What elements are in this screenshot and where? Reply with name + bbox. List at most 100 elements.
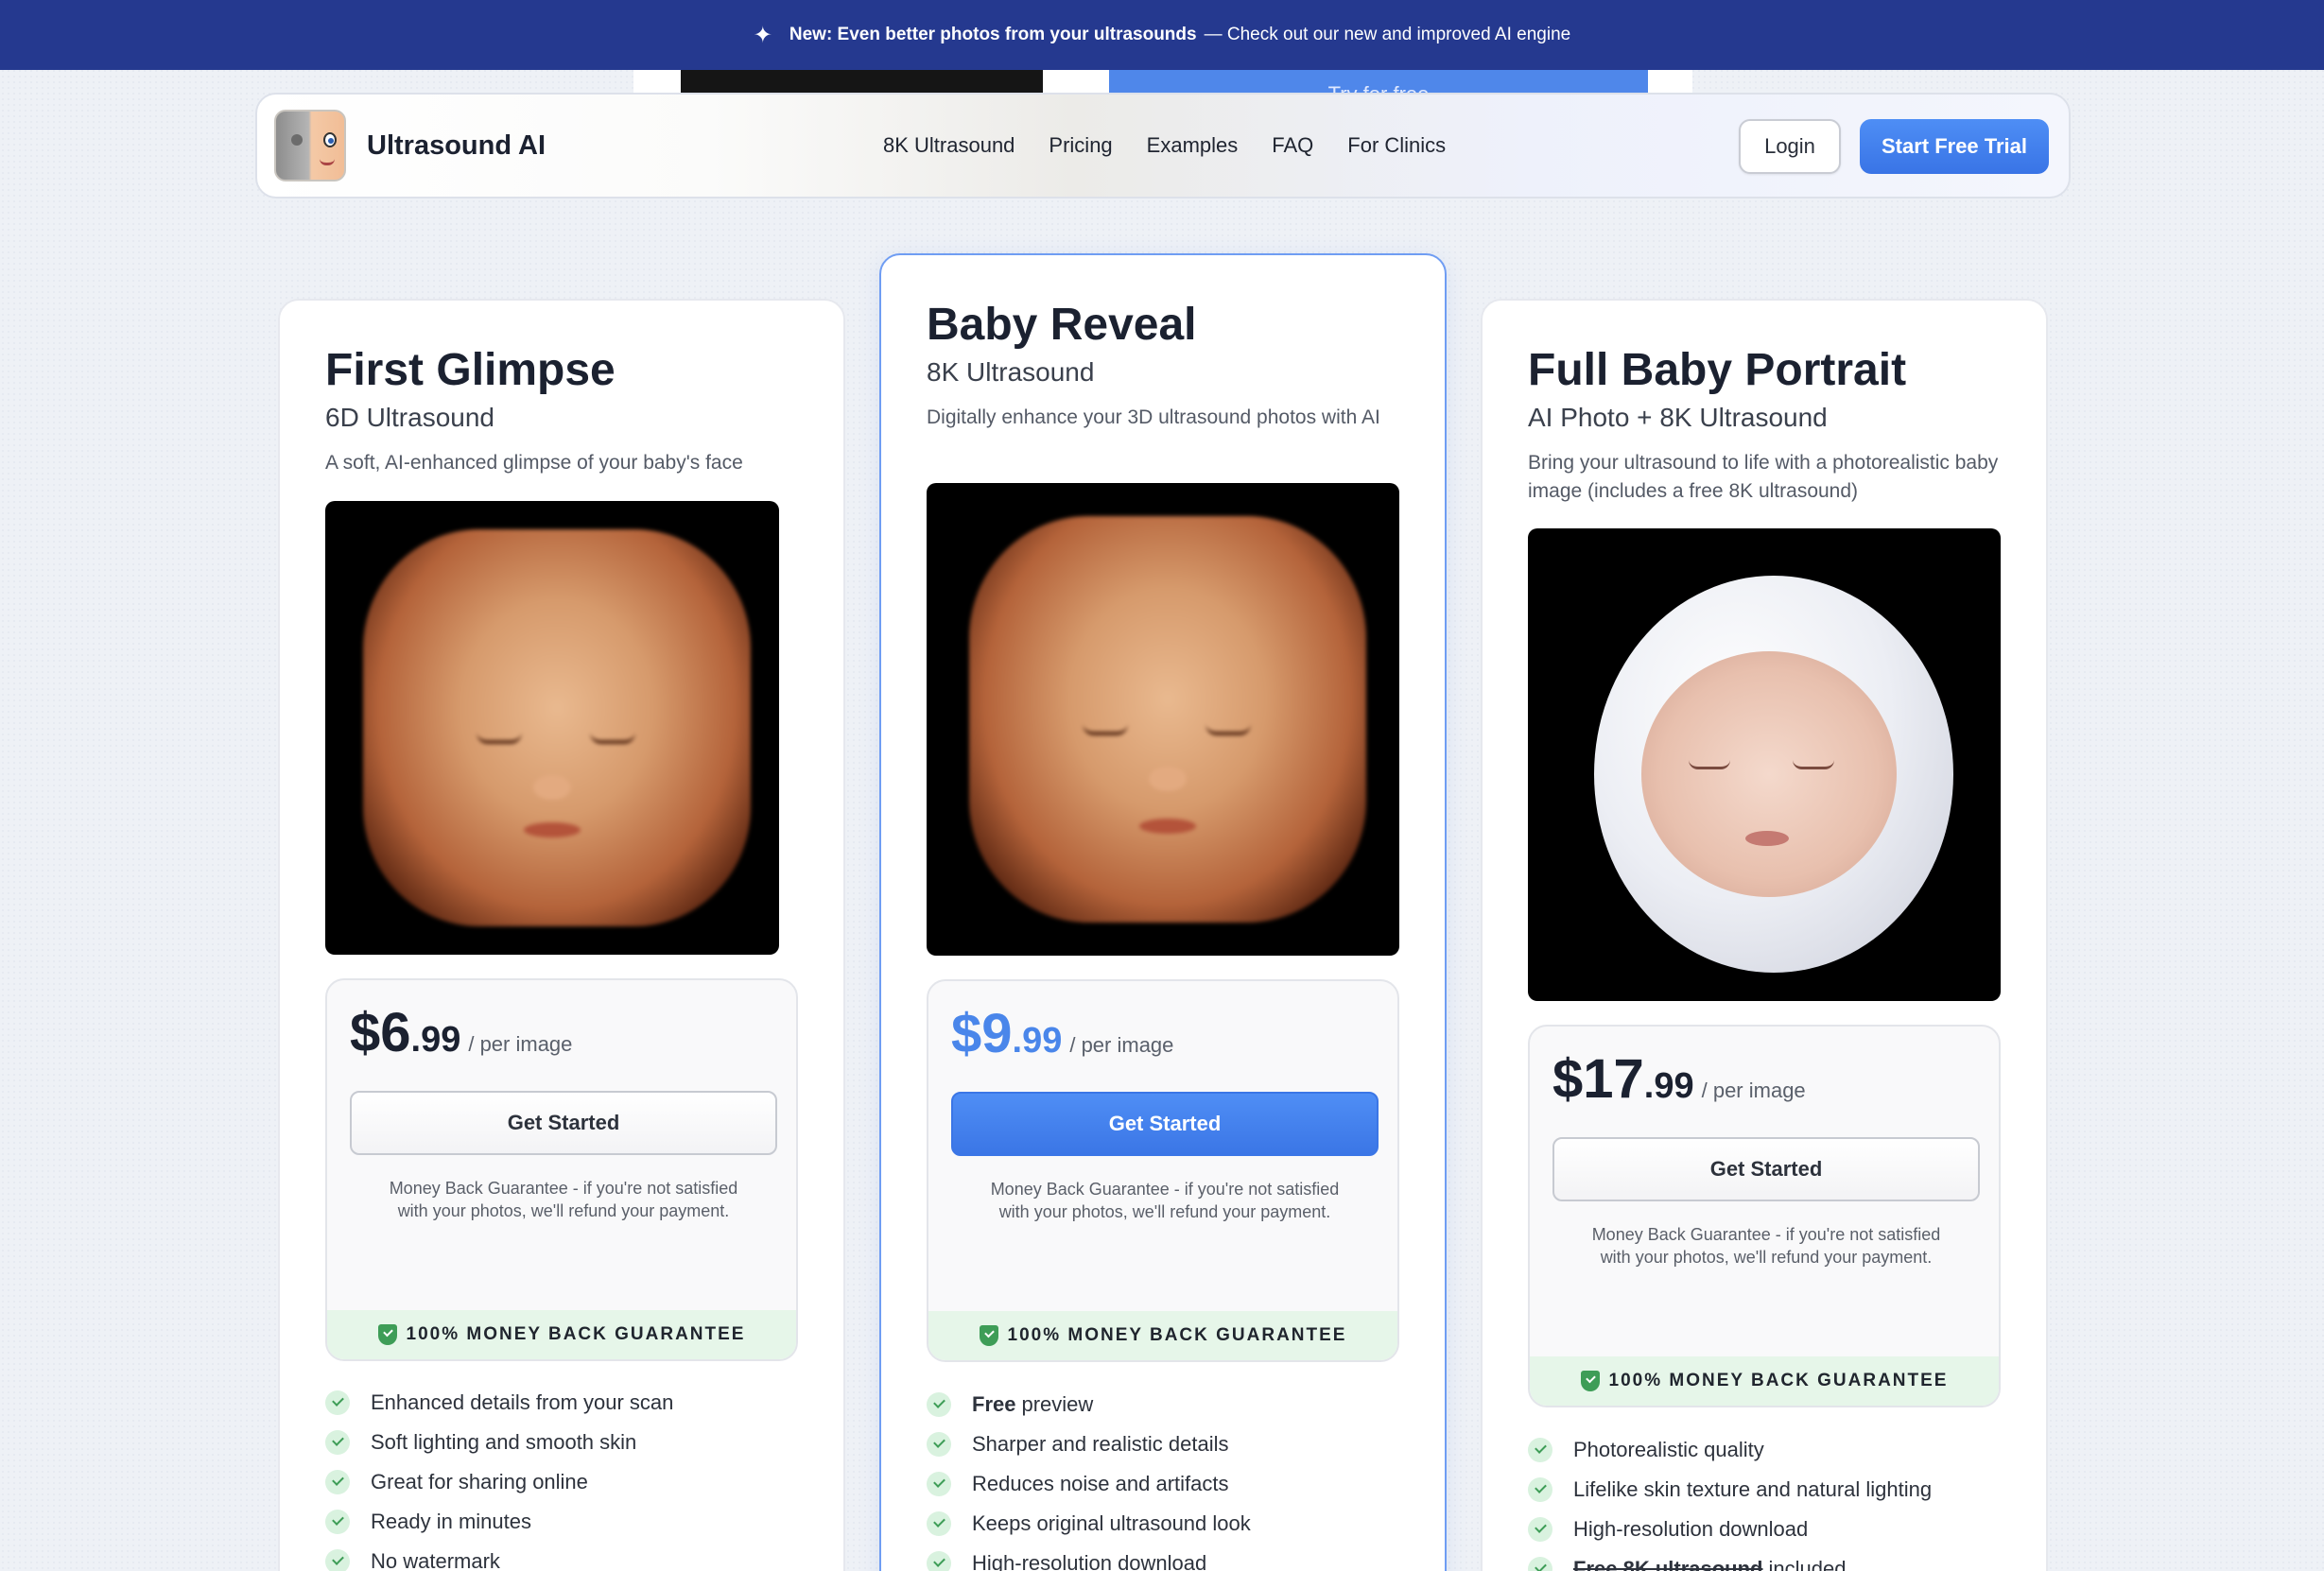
list-item: Keeps original ultrasound look	[927, 1504, 1251, 1544]
sparkle-icon: ✦	[753, 22, 772, 48]
price-unit: / per image	[468, 1032, 573, 1056]
feature-label: High-resolution download	[972, 1551, 1207, 1571]
plan-subtitle: 8K Ultrasound	[927, 357, 1095, 387]
guarantee-badge: 100% MONEY BACK GUARANTEE	[327, 1310, 796, 1359]
nav-links: 8K Ultrasound Pricing Examples FAQ For C…	[883, 95, 1446, 197]
price-box: $9 .99 / per image Get Started Money Bac…	[927, 979, 1399, 1362]
feature-label: Great for sharing online	[371, 1470, 588, 1493]
logo-link[interactable]: Ultrasound AI	[274, 110, 546, 181]
check-icon	[927, 1472, 951, 1496]
check-icon	[1528, 1477, 1552, 1502]
check-icon	[927, 1432, 951, 1457]
list-item: Soft lighting and smooth skin	[325, 1423, 673, 1462]
plan-title: Full Baby Portrait	[1528, 345, 1907, 395]
guarantee-badge: 100% MONEY BACK GUARANTEE	[928, 1311, 1397, 1360]
plan-sample-image	[325, 501, 779, 955]
feature-label: included	[1768, 1557, 1847, 1571]
brand-name: Ultrasound AI	[367, 129, 546, 161]
feature-label: Ready in minutes	[371, 1510, 531, 1533]
guarantee-badge-label: 100% MONEY BACK GUARANTEE	[1608, 1371, 1949, 1390]
price-cents: .99	[410, 1020, 461, 1060]
check-icon	[325, 1549, 350, 1571]
price-box: $6 .99 / per image Get Started Money Bac…	[325, 978, 798, 1361]
shield-check-icon	[377, 1324, 397, 1345]
list-item: Reduces noise and artifacts	[927, 1464, 1251, 1504]
feature-highlight: Free 8K ultrasound	[1573, 1557, 1763, 1571]
guarantee-badge-label: 100% MONEY BACK GUARANTEE	[1007, 1325, 1347, 1345]
price: $17 .99 / per image	[1552, 1047, 1806, 1111]
plan-sample-image	[1528, 528, 2001, 1001]
feature-list: Free preview Sharper and realistic detail…	[927, 1385, 1251, 1571]
price-dollars: $17	[1552, 1048, 1644, 1110]
list-item: Sharper and realistic details	[927, 1424, 1251, 1464]
price-unit: / per image	[1701, 1079, 1806, 1102]
plan-subtitle: AI Photo + 8K Ultrasound	[1528, 403, 1828, 432]
price: $9 .99 / per image	[951, 1002, 1173, 1065]
nav-link-8k-ultrasound[interactable]: 8K Ultrasound	[883, 133, 1015, 158]
check-icon	[1528, 1438, 1552, 1462]
get-started-button[interactable]: Get Started	[951, 1092, 1379, 1156]
login-button[interactable]: Login	[1739, 119, 1841, 174]
price-box: $17 .99 / per image Get Started Money Ba…	[1528, 1025, 2001, 1407]
feature-list: Enhanced details from your scan Soft lig…	[325, 1383, 673, 1571]
list-item: Lifelike skin texture and natural lighti…	[1528, 1470, 1932, 1510]
feature-label: preview	[1021, 1392, 1094, 1416]
check-icon	[927, 1392, 951, 1417]
feature-label: Enhanced details from your scan	[371, 1390, 674, 1414]
price-unit: / per image	[1069, 1033, 1174, 1057]
list-item: Great for sharing online	[325, 1462, 673, 1502]
get-started-button[interactable]: Get Started	[1552, 1137, 1980, 1201]
check-icon	[927, 1551, 951, 1571]
price-cents: .99	[1643, 1066, 1694, 1106]
check-icon	[325, 1430, 350, 1455]
check-icon	[927, 1511, 951, 1536]
price-dollars: $9	[951, 1003, 1013, 1064]
feature-label: Keeps original ultrasound look	[972, 1511, 1251, 1535]
feature-label: No watermark	[371, 1549, 500, 1571]
guarantee-badge-label: 100% MONEY BACK GUARANTEE	[406, 1324, 746, 1344]
get-started-button[interactable]: Get Started	[350, 1091, 777, 1155]
guarantee-text: Money Back Guarantee - if you're not sat…	[389, 1179, 738, 1220]
list-item: Free 8K ultrasound included	[1528, 1549, 1932, 1571]
feature-label: Photorealistic quality	[1573, 1438, 1764, 1461]
feature-label: Reduces noise and artifacts	[972, 1472, 1229, 1495]
plan-subtitle: 6D Ultrasound	[325, 403, 494, 432]
list-item: Ready in minutes	[325, 1502, 673, 1542]
shield-check-icon	[1580, 1371, 1600, 1391]
plan-card-baby-reveal: Baby Reveal 8K Ultrasound Digitally enha…	[879, 253, 1447, 1571]
plan-sample-image	[927, 483, 1399, 956]
price-dollars: $6	[350, 1002, 411, 1063]
list-item: High-resolution download	[927, 1544, 1251, 1571]
list-item: Enhanced details from your scan	[325, 1383, 673, 1423]
banner-text: — Check out our new and improved AI engi…	[1204, 25, 1571, 44]
nav-link-faq[interactable]: FAQ	[1272, 133, 1313, 158]
feature-label: Soft lighting and smooth skin	[371, 1430, 637, 1454]
plan-title: First Glimpse	[325, 345, 616, 395]
plan-description: Bring your ultrasound to life with a pho…	[1528, 452, 1999, 502]
list-item: High-resolution download	[1528, 1510, 1932, 1549]
plan-description: Digitally enhance your 3D ultrasound pho…	[927, 406, 1380, 428]
plan-card-first-glimpse: First Glimpse 6D Ultrasound A soft, AI-e…	[278, 299, 845, 1571]
check-icon	[1528, 1517, 1552, 1542]
list-item: Photorealistic quality	[1528, 1430, 1932, 1470]
check-icon	[325, 1470, 350, 1494]
check-icon	[1528, 1557, 1552, 1571]
price-cents: .99	[1012, 1021, 1063, 1061]
plan-description: A soft, AI-enhanced glimpse of your baby…	[325, 452, 743, 474]
check-icon	[325, 1390, 350, 1415]
nav-link-pricing[interactable]: Pricing	[1049, 133, 1112, 158]
guarantee-text: Money Back Guarantee - if you're not sat…	[990, 1180, 1340, 1221]
shield-check-icon	[979, 1325, 998, 1346]
announcement-banner[interactable]: ✦ New: Even better photos from your ultr…	[0, 0, 2324, 70]
feature-list: Photorealistic quality Lifelike skin tex…	[1528, 1430, 1932, 1571]
guarantee-badge: 100% MONEY BACK GUARANTEE	[1530, 1356, 1999, 1406]
guarantee-text: Money Back Guarantee - if you're not sat…	[1591, 1225, 1941, 1267]
logo-icon	[274, 110, 346, 181]
nav-link-for-clinics[interactable]: For Clinics	[1347, 133, 1446, 158]
start-free-trial-button[interactable]: Start Free Trial	[1860, 119, 2049, 174]
navbar: Ultrasound AI 8K Ultrasound Pricing Exam…	[255, 93, 2071, 199]
nav-link-examples[interactable]: Examples	[1147, 133, 1239, 158]
plan-card-full-baby-portrait: Full Baby Portrait AI Photo + 8K Ultraso…	[1481, 299, 2048, 1571]
feature-highlight: Free	[972, 1392, 1016, 1416]
feature-label: Sharper and realistic details	[972, 1432, 1229, 1456]
